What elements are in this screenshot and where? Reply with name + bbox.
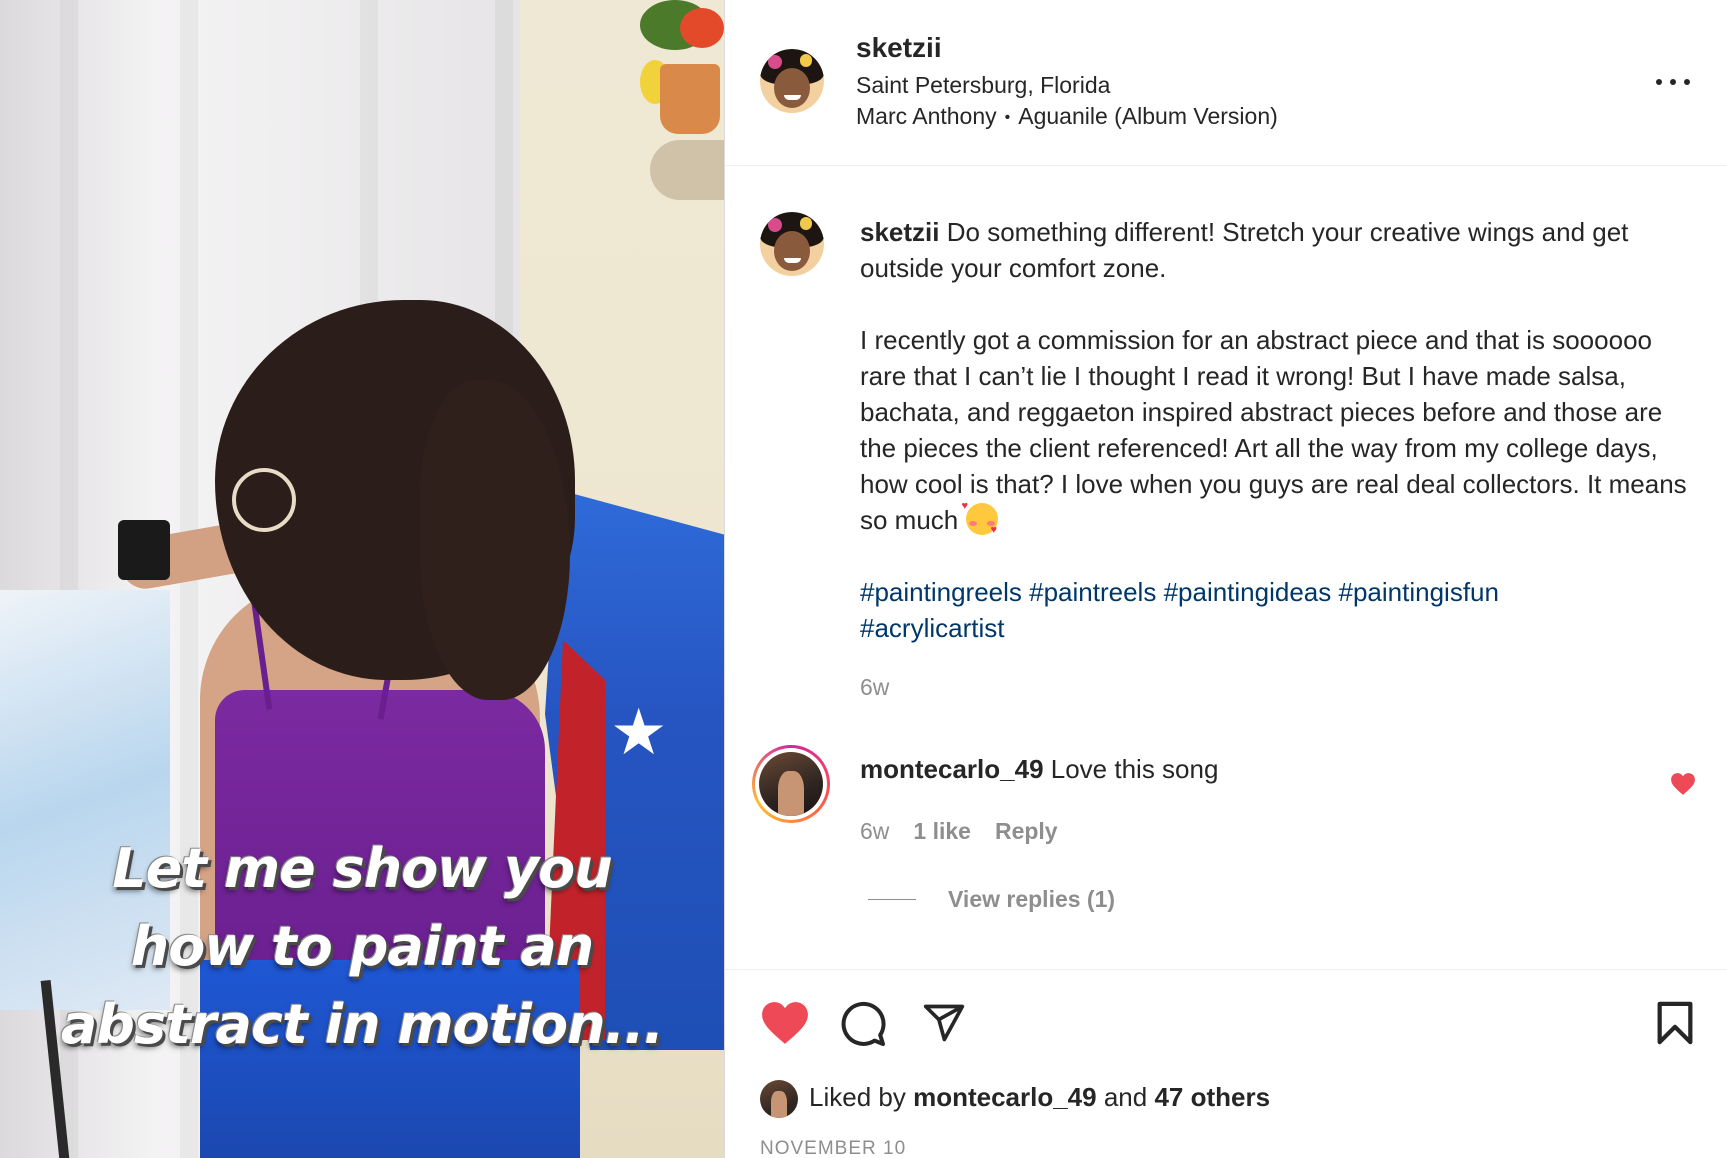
caption-intro: Do something different! Stretch your cre… [860, 217, 1629, 283]
video-overlay-text-line: abstract in motion... [60, 993, 664, 1056]
liked-by-prefix: Liked by [809, 1082, 906, 1112]
comment-reply-button[interactable]: Reply [995, 818, 1058, 844]
smiling-face-with-hearts-icon: ♥ ♥ [961, 500, 998, 536]
hashtag-link[interactable]: #paintingreels [860, 577, 1022, 607]
bookmark-icon[interactable] [1655, 1000, 1695, 1046]
hashtag-link[interactable]: #paintingideas [1164, 577, 1332, 607]
liked-by-and: and [1103, 1082, 1148, 1112]
liked-by-others[interactable]: 47 others [1154, 1082, 1270, 1112]
caption-author-avatar[interactable] [760, 212, 824, 276]
video-overlay-text-line: Let me show you [112, 837, 612, 900]
caption-body-paragraph: I recently got a commission for an abstr… [860, 322, 1700, 538]
comment-icon[interactable] [839, 1000, 887, 1048]
video-overlay-text-line: how to paint an [130, 915, 594, 978]
more-options-icon[interactable] [1653, 70, 1693, 94]
plant-flower [680, 8, 724, 48]
commenter-username[interactable]: montecarlo_49 [860, 754, 1044, 784]
post-media[interactable]: ★ Let me show you how to paint an abstra… [0, 0, 724, 1158]
flag-star: ★ [610, 696, 668, 768]
comment-like-count[interactable]: 1 like [913, 818, 971, 844]
avatar-face [774, 68, 810, 108]
caption-hashtags: #paintingreels #paintreels #paintingidea… [860, 574, 1700, 646]
hashtag-link[interactable]: #acrylicartist [860, 613, 1004, 643]
camera [118, 520, 170, 580]
post-header: sketzii Saint Petersburg, Florida Marc A… [725, 0, 1727, 166]
caption-text: sketzii Do something different! Stretch … [860, 214, 1700, 646]
liked-by-text: Liked by montecarlo_49 and 47 others [809, 1082, 1270, 1113]
comment-like-heart-icon[interactable] [1670, 772, 1696, 796]
audio-artist[interactable]: Marc Anthony [856, 103, 997, 129]
replies-divider [868, 899, 916, 900]
post-location[interactable]: Saint Petersburg, Florida [856, 72, 1110, 99]
liked-by-username[interactable]: montecarlo_49 [913, 1082, 1097, 1112]
heart-filled-icon[interactable] [760, 1000, 810, 1046]
author-username[interactable]: sketzii [856, 32, 942, 64]
post-audio[interactable]: Marc Anthony • Aguanile (Album Version) [856, 103, 1278, 130]
post-actions-bar: Liked by montecarlo_49 and 47 others NOV… [725, 969, 1727, 1158]
caption-timestamp[interactable]: 6w [860, 674, 889, 701]
post-detail-panel: sketzii Saint Petersburg, Florida Marc A… [724, 0, 1727, 1158]
media-shelf [650, 140, 724, 200]
view-replies-label: View replies (1) [948, 886, 1116, 912]
plant-pot [660, 64, 720, 134]
commenter-avatar[interactable] [752, 745, 830, 823]
caption-intro-paragraph: sketzii Do something different! Stretch … [860, 214, 1700, 286]
comment-timestamp[interactable]: 6w [860, 818, 889, 844]
comment-text-line: montecarlo_49 Love this song [860, 754, 1218, 785]
audio-separator: • [1004, 109, 1011, 126]
comment-meta: 6w 1 like Reply [860, 818, 1058, 845]
author-avatar[interactable] [760, 49, 824, 113]
paper-plane-icon[interactable] [921, 1001, 967, 1045]
hashtag-link[interactable]: #paintreels [1029, 577, 1156, 607]
caption-username[interactable]: sketzii [860, 217, 940, 247]
comment-text: Love this song [1050, 754, 1219, 784]
hashtag-link[interactable]: #paintingisfun [1339, 577, 1499, 607]
avatar-face [774, 231, 810, 271]
post-date[interactable]: NOVEMBER 10 [760, 1138, 906, 1158]
liked-by-avatar[interactable] [760, 1080, 798, 1118]
view-replies-button[interactable]: View replies (1) [868, 886, 1115, 913]
hoop-earring [232, 468, 296, 532]
audio-track[interactable]: Aguanile (Album Version) [1018, 103, 1278, 129]
